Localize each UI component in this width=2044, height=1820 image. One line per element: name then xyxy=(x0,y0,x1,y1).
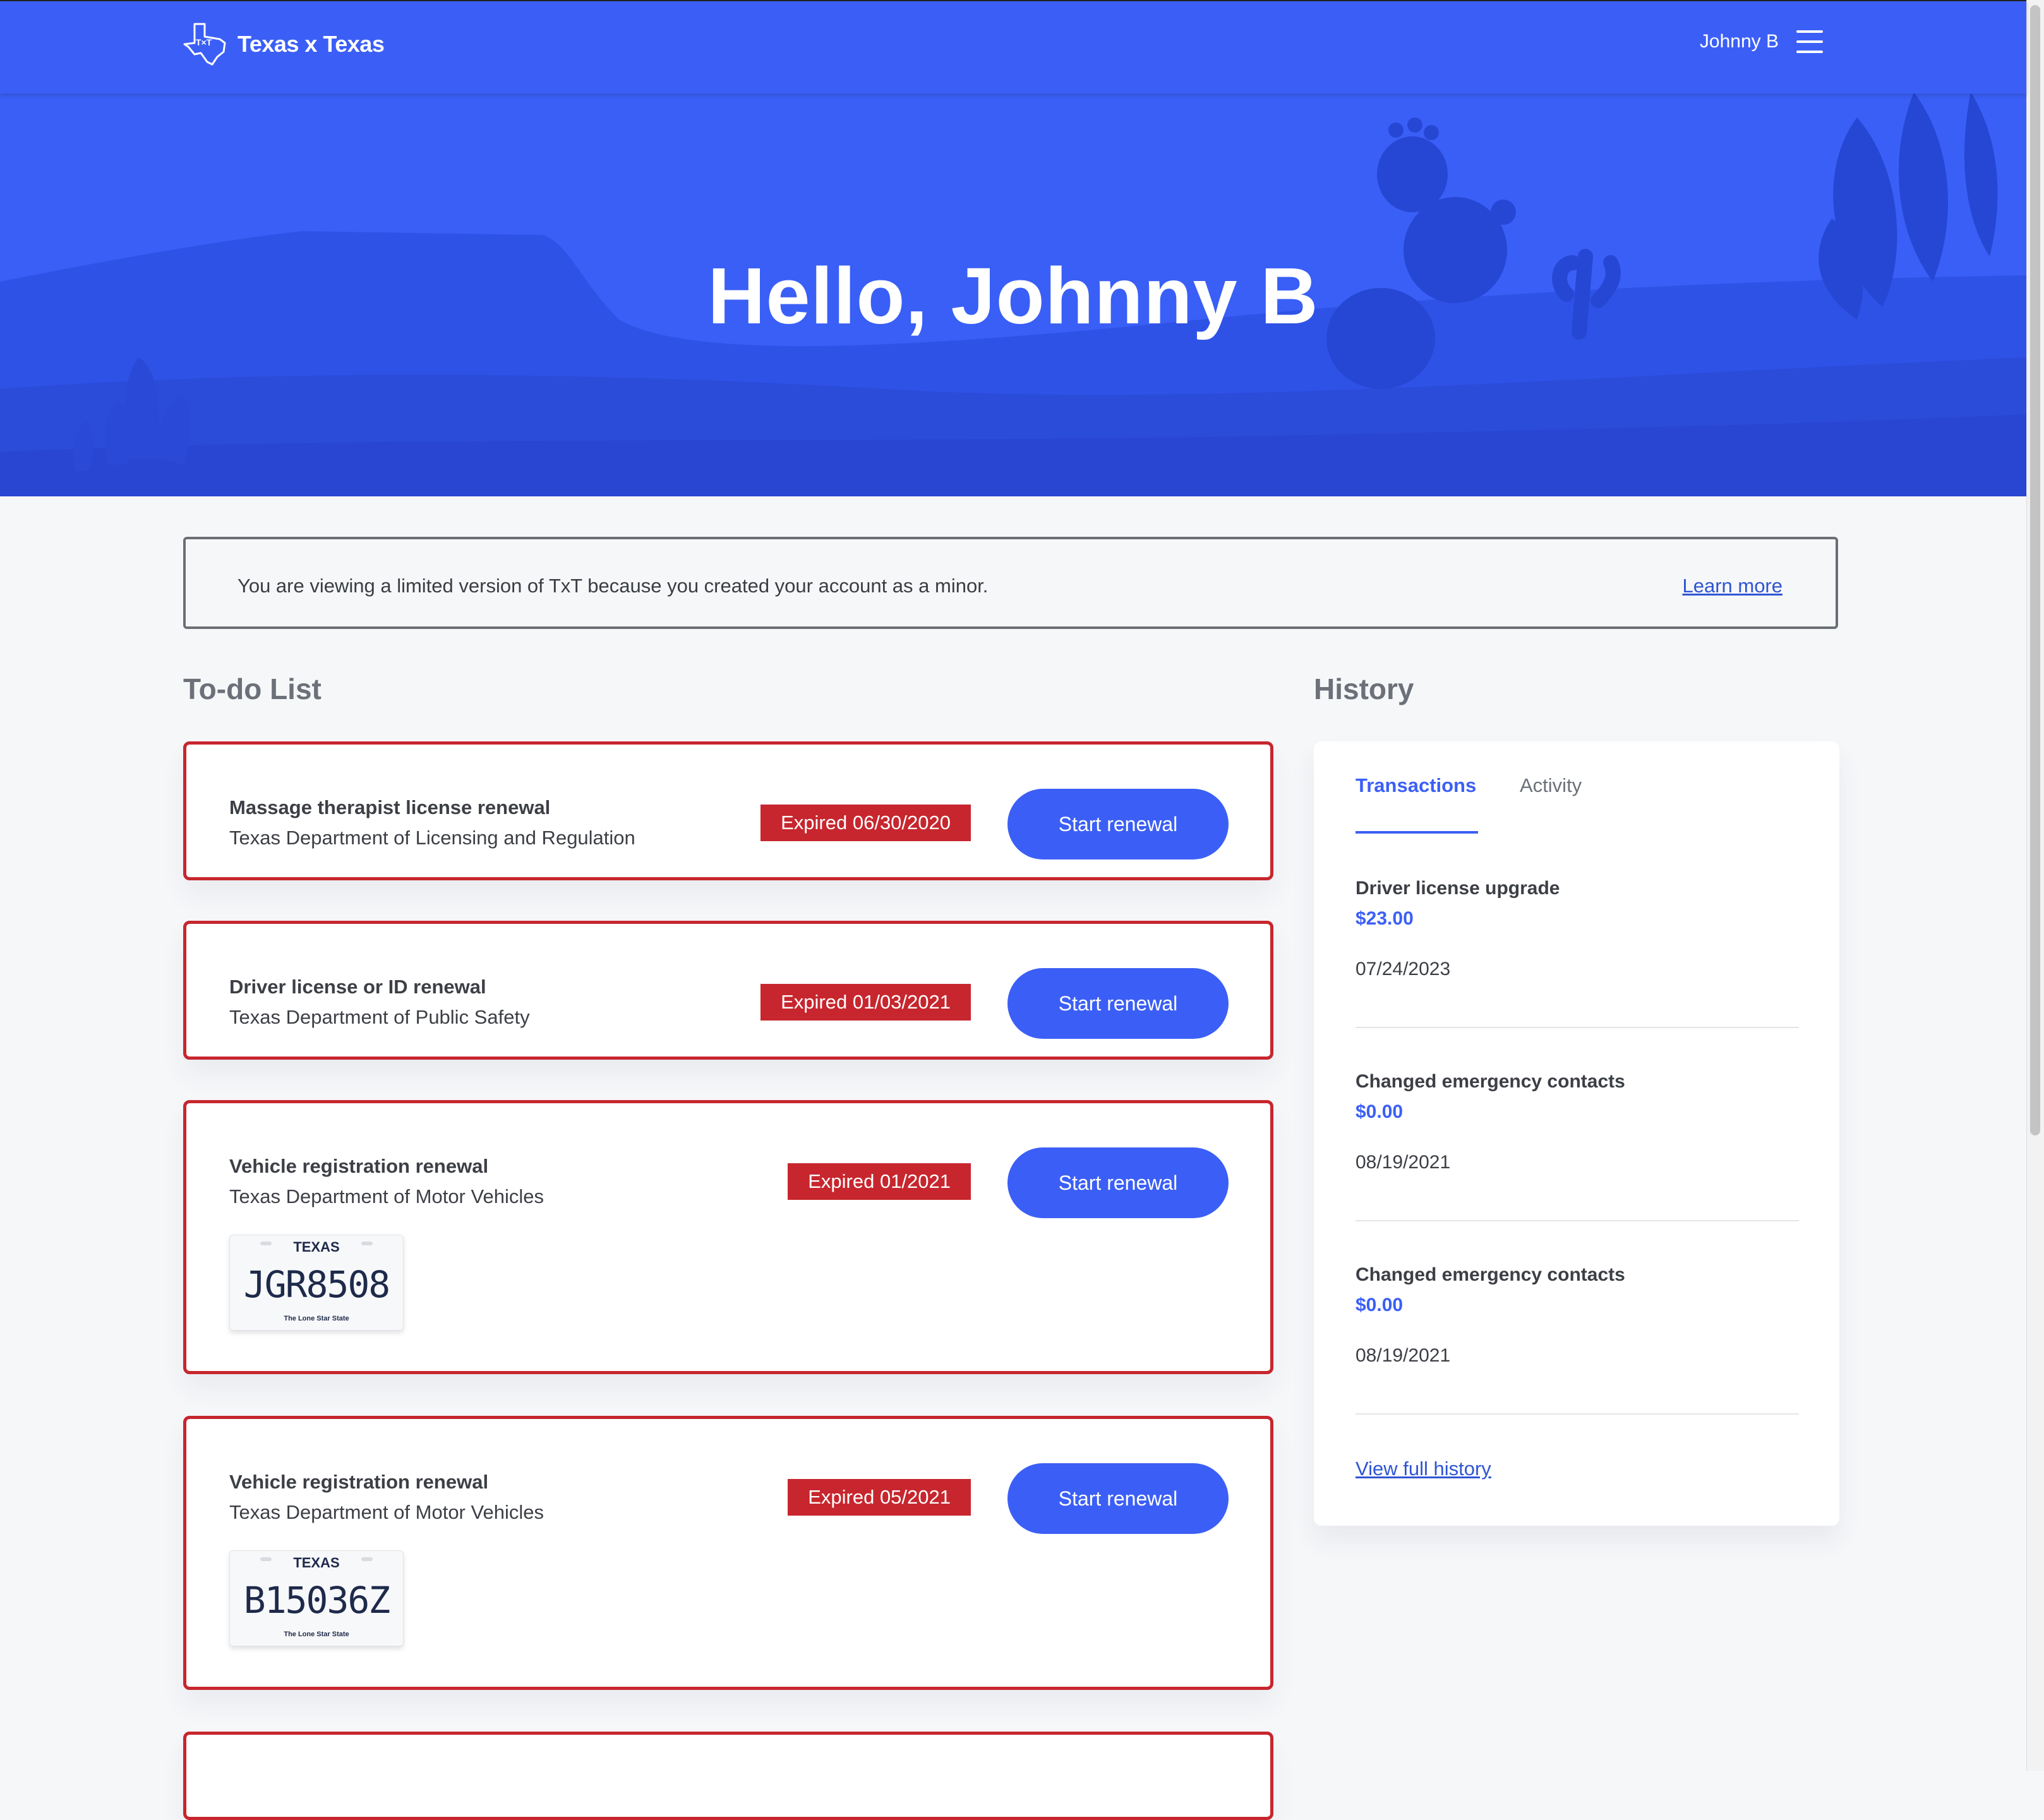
plate-number: B15036Z xyxy=(243,1579,390,1622)
hero-banner: Hello, Johnny B xyxy=(0,92,2026,496)
start-renewal-button[interactable]: Start renewal xyxy=(1007,1463,1229,1534)
transaction-divider xyxy=(1356,1413,1799,1415)
view-full-history-link[interactable]: View full history xyxy=(1356,1458,1491,1480)
start-renewal-button[interactable]: Start renewal xyxy=(1007,1147,1229,1218)
tab-activity[interactable]: Activity xyxy=(1520,774,1582,797)
plate-motto: The Lone Star State xyxy=(284,1631,349,1638)
license-plate-image: TEXAS JGR8508 The Lone Star State xyxy=(229,1235,404,1331)
transaction-divider xyxy=(1356,1220,1799,1221)
transaction-amount: $23.00 xyxy=(1356,908,1414,929)
transaction-title: Changed emergency contacts xyxy=(1356,1071,1625,1092)
transaction-title: Driver license upgrade xyxy=(1356,878,1560,899)
todo-item-card: Massage therapist license renewal Texas … xyxy=(183,741,1273,880)
user-menu: Johnny B xyxy=(1700,30,1823,53)
texas-logo-icon: T×T xyxy=(183,23,226,66)
page-scrollbar-thumb[interactable] xyxy=(2030,5,2040,1135)
todo-item-agency: Texas Department of Motor Vehicles xyxy=(229,1185,544,1207)
todo-item-card: Vehicle registration renewal Texas Depar… xyxy=(183,1100,1273,1374)
tab-transactions[interactable]: Transactions xyxy=(1356,774,1476,797)
hamburger-menu-icon[interactable] xyxy=(1796,30,1823,53)
todo-item-agency: Texas Department of Motor Vehicles xyxy=(229,1501,544,1523)
todo-item-agency: Texas Department of Public Safety xyxy=(229,1006,530,1028)
todo-item-title: Vehicle registration renewal xyxy=(229,1155,489,1177)
brand-logo-link[interactable]: T×T Texas x Texas xyxy=(182,20,385,68)
todo-item-title: Vehicle registration renewal xyxy=(229,1471,489,1493)
history-heading: History xyxy=(1314,673,1414,705)
brand-name: Texas x Texas xyxy=(237,31,385,57)
transaction-divider xyxy=(1356,1027,1799,1028)
expired-status-badge: Expired 06/30/2020 xyxy=(760,805,971,841)
active-tab-indicator xyxy=(1356,831,1478,834)
todo-item-title: Driver license or ID renewal xyxy=(229,976,486,998)
todo-list-heading: To-do List xyxy=(183,673,322,705)
expired-status-badge: Expired 01/03/2021 xyxy=(760,984,971,1021)
plate-state: TEXAS xyxy=(293,1555,340,1571)
license-plate-image: TEXAS B15036Z The Lone Star State xyxy=(229,1550,404,1646)
transaction-amount: $0.00 xyxy=(1356,1295,1404,1315)
todo-item-agency: Texas Department of Licensing and Regula… xyxy=(229,827,635,849)
expired-status-badge: Expired 05/2021 xyxy=(788,1479,971,1516)
notice-text: You are viewing a limited version of TxT… xyxy=(237,575,989,597)
learn-more-link[interactable]: Learn more xyxy=(1682,575,1782,597)
transaction-date: 08/19/2021 xyxy=(1356,1152,1451,1173)
plate-state: TEXAS xyxy=(293,1239,340,1255)
svg-text:T×T: T×T xyxy=(196,37,212,47)
todo-item-title: Massage therapist license renewal xyxy=(229,796,551,818)
transaction-date: 07/24/2023 xyxy=(1356,959,1451,979)
transaction-title: Changed emergency contacts xyxy=(1356,1264,1625,1285)
todo-item-card xyxy=(183,1732,1273,1820)
todo-item-card: Driver license or ID renewal Texas Depar… xyxy=(183,921,1273,1060)
start-renewal-button[interactable]: Start renewal xyxy=(1007,968,1229,1039)
start-renewal-button[interactable]: Start renewal xyxy=(1007,789,1229,859)
history-panel: Transactions Activity Driver license upg… xyxy=(1314,741,1839,1526)
greeting-heading: Hello, Johnny B xyxy=(707,251,1319,340)
todo-item-card: Vehicle registration renewal Texas Depar… xyxy=(183,1416,1273,1690)
expired-status-badge: Expired 01/2021 xyxy=(788,1163,971,1200)
transaction-amount: $0.00 xyxy=(1356,1101,1404,1122)
top-navigation-bar: T×T Texas x Texas Johnny B xyxy=(0,0,2026,93)
plate-number: JGR8508 xyxy=(243,1263,390,1306)
transaction-date: 08/19/2021 xyxy=(1356,1345,1451,1366)
plate-motto: The Lone Star State xyxy=(284,1315,349,1322)
user-name-label[interactable]: Johnny B xyxy=(1700,31,1779,52)
limited-account-notice: You are viewing a limited version of TxT… xyxy=(183,537,1838,629)
